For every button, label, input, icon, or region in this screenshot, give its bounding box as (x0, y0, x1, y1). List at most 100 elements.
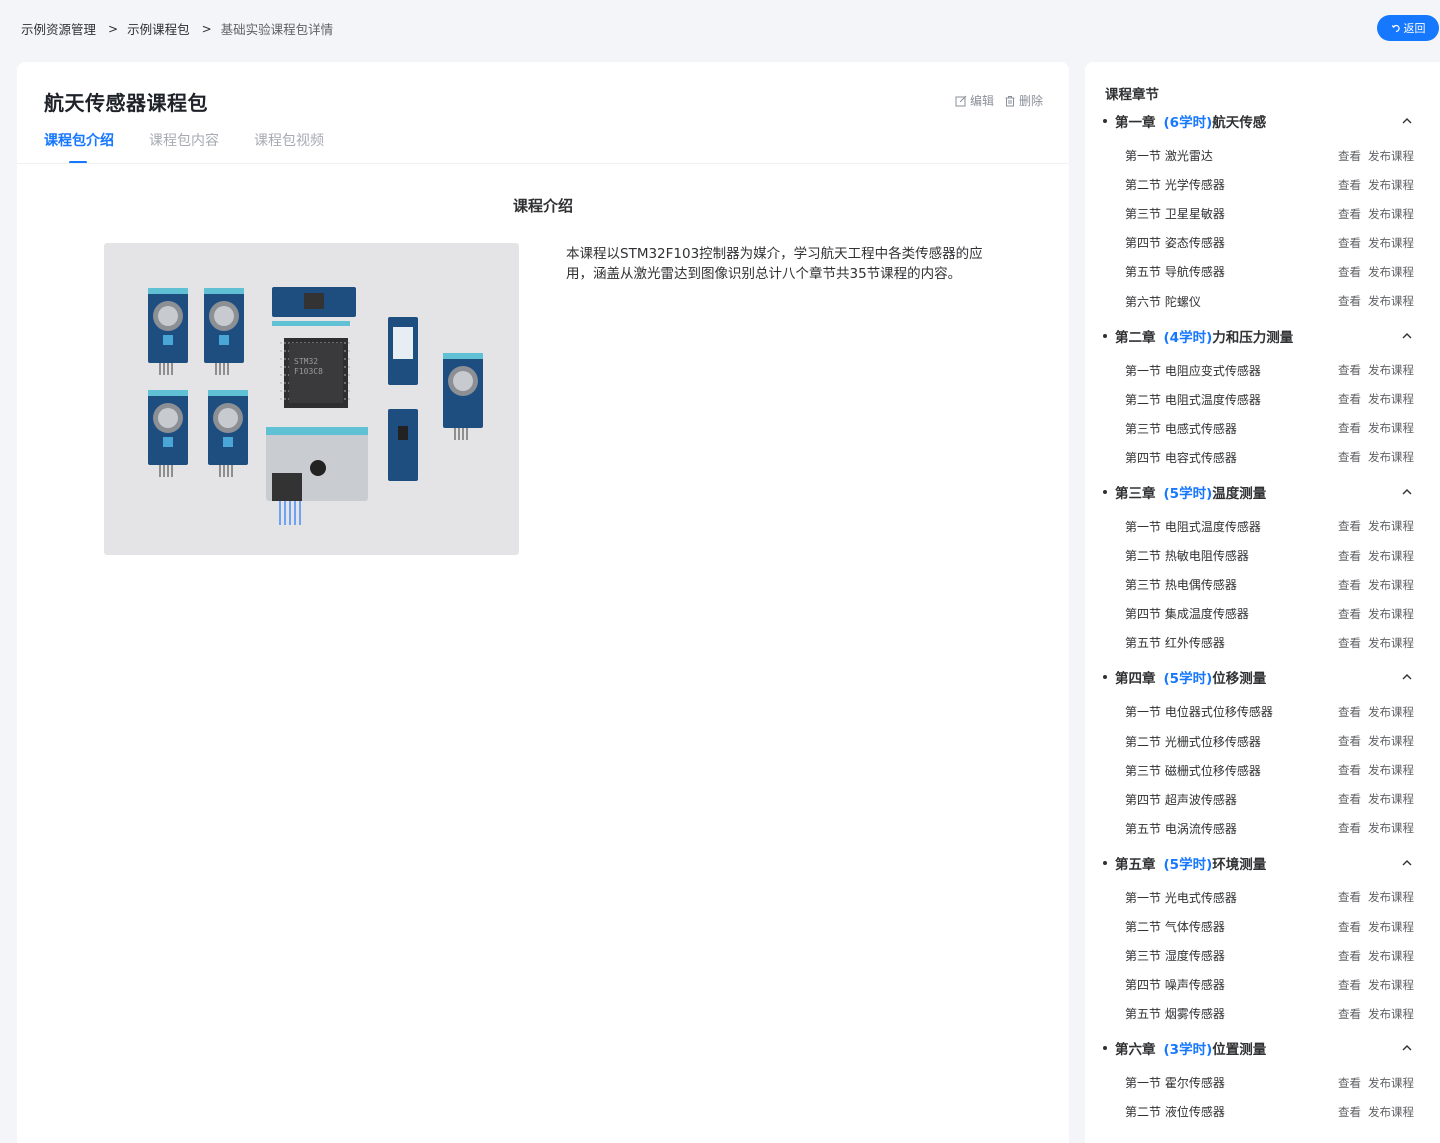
publish-course-link[interactable]: 发布课程 (1368, 362, 1414, 378)
section-label: 第五节 红外传感器 (1125, 634, 1225, 651)
view-link[interactable]: 查看 (1338, 518, 1361, 534)
publish-course-link[interactable]: 发布课程 (1368, 518, 1414, 534)
publish-course-link[interactable]: 发布课程 (1368, 704, 1414, 720)
publish-course-link[interactable]: 发布课程 (1368, 635, 1414, 651)
publish-course-link[interactable]: 发布课程 (1368, 548, 1414, 564)
section-name: 热敏电阻传感器 (1164, 549, 1249, 564)
view-link[interactable]: 查看 (1338, 362, 1361, 378)
view-link[interactable]: 查看 (1338, 1075, 1361, 1091)
delete-button[interactable]: 删除 (1004, 92, 1043, 109)
view-link[interactable]: 查看 (1338, 148, 1361, 164)
chapter-number: 第五章 (1115, 856, 1156, 873)
publish-course-link[interactable]: 发布课程 (1368, 820, 1414, 836)
view-link[interactable]: 查看 (1338, 177, 1361, 193)
chapter-header[interactable]: 第一章 (6学时) 航天传感 (1085, 106, 1440, 136)
view-link[interactable]: 查看 (1338, 820, 1361, 836)
section-name: 液位传感器 (1164, 1105, 1225, 1120)
view-link[interactable]: 查看 (1338, 1104, 1361, 1120)
chapter-hours: (5学时) (1163, 671, 1213, 688)
publish-course-link[interactable]: 发布课程 (1368, 762, 1414, 778)
publish-course-link[interactable]: 发布课程 (1368, 177, 1414, 193)
section-list: 第一节 电阻式温度传感器 查看 发布课程 第二节 热敏电阻传感器 查看 发布课程 第三节 热… (1085, 507, 1440, 662)
section-name: 红外传感器 (1164, 636, 1225, 651)
publish-course-link[interactable]: 发布课程 (1368, 449, 1414, 465)
view-link[interactable]: 查看 (1338, 264, 1361, 280)
tab-package-video[interactable]: 课程包视频 (254, 130, 324, 164)
small-board (272, 287, 356, 326)
publish-course-link[interactable]: 发布课程 (1368, 1006, 1414, 1022)
view-link[interactable]: 查看 (1338, 391, 1361, 407)
view-link[interactable]: 查看 (1338, 606, 1361, 622)
section-number: 第二节 (1125, 734, 1162, 749)
chevron-up-icon[interactable] (1401, 1042, 1413, 1054)
view-link[interactable]: 查看 (1338, 733, 1361, 749)
view-link[interactable]: 查看 (1338, 449, 1361, 465)
publish-course-link[interactable]: 发布课程 (1368, 420, 1414, 436)
view-link[interactable]: 查看 (1338, 889, 1361, 905)
section-row: 第三节 磁栅式位移传感器 查看 发布课程 (1085, 756, 1440, 785)
view-link[interactable]: 查看 (1338, 704, 1361, 720)
view-link[interactable]: 查看 (1338, 762, 1361, 778)
chapter-header[interactable]: 第四章 (5学时) 位移测量 (1085, 662, 1440, 692)
section-row: 第一节 电阻式温度传感器 查看 发布课程 (1085, 512, 1440, 541)
publish-course-link[interactable]: 发布课程 (1368, 577, 1414, 593)
humidity-sensor (388, 317, 418, 385)
breadcrumb-item-course-package[interactable]: 示例课程包 (127, 19, 190, 38)
publish-course-link[interactable]: 发布课程 (1368, 235, 1414, 251)
view-link[interactable]: 查看 (1338, 206, 1361, 222)
publish-course-link[interactable]: 发布课程 (1368, 977, 1414, 993)
package-detail-card: 航天传感器课程包 编辑 删除 课程包介绍 课程包内容 课程包视频 课程介绍 ST… (17, 62, 1069, 1143)
view-link[interactable]: 查看 (1338, 235, 1361, 251)
section-row: 第二节 热敏电阻传感器 查看 发布课程 (1085, 541, 1440, 570)
view-link[interactable]: 查看 (1338, 948, 1361, 964)
intro-heading: 课程介绍 (512, 197, 573, 215)
publish-course-link[interactable]: 发布课程 (1368, 1104, 1414, 1120)
section-label: 第一节 电位器式位移传感器 (1125, 703, 1273, 720)
view-link[interactable]: 查看 (1338, 919, 1361, 935)
chevron-up-icon[interactable] (1401, 330, 1413, 342)
section-name: 光学传感器 (1164, 178, 1225, 193)
chevron-up-icon[interactable] (1401, 857, 1413, 869)
chapter-name: 航天传感 (1212, 115, 1267, 131)
publish-course-link[interactable]: 发布课程 (1368, 889, 1414, 905)
chapter-header[interactable]: 第三章 (5学时) 温度测量 (1085, 477, 1440, 507)
section-number: 第五节 (1125, 636, 1162, 651)
package-actions: 编辑 删除 (955, 92, 1043, 109)
view-link[interactable]: 查看 (1338, 420, 1361, 436)
view-link[interactable]: 查看 (1338, 293, 1361, 309)
publish-course-link[interactable]: 发布课程 (1368, 606, 1414, 622)
publish-course-link[interactable]: 发布课程 (1368, 733, 1414, 749)
view-link[interactable]: 查看 (1338, 577, 1361, 593)
section-label: 第一节 电阻式温度传感器 (1125, 518, 1261, 535)
tab-package-content[interactable]: 课程包内容 (149, 130, 219, 164)
chapter-header[interactable]: 第六章 (3学时) 位置测量 (1085, 1033, 1440, 1063)
section-row: 第四节 超声波传感器 查看 发布课程 (1085, 785, 1440, 814)
chapter-name: 温度测量 (1212, 485, 1267, 502)
publish-course-link[interactable]: 发布课程 (1368, 791, 1414, 807)
chapter-header[interactable]: 第二章 (4学时) 力和压力测量 (1085, 321, 1440, 351)
section-name: 光电式传感器 (1164, 890, 1237, 905)
back-button[interactable]: 返回 (1377, 15, 1439, 41)
view-link[interactable]: 查看 (1338, 791, 1361, 807)
publish-course-link[interactable]: 发布课程 (1368, 293, 1414, 309)
bullet-icon (1103, 119, 1107, 123)
breadcrumb-item-resource-management[interactable]: 示例资源管理 (21, 19, 96, 38)
view-link[interactable]: 查看 (1338, 977, 1361, 993)
view-link[interactable]: 查看 (1338, 548, 1361, 564)
chevron-up-icon[interactable] (1401, 115, 1413, 127)
publish-course-link[interactable]: 发布课程 (1368, 919, 1414, 935)
tab-package-intro[interactable]: 课程包介绍 (44, 130, 114, 164)
chevron-up-icon[interactable] (1401, 671, 1413, 683)
publish-course-link[interactable]: 发布课程 (1368, 948, 1414, 964)
chapter-header[interactable]: 第五章 (5学时) 环境测量 (1085, 848, 1440, 878)
edit-button[interactable]: 编辑 (955, 92, 994, 109)
publish-course-link[interactable]: 发布课程 (1368, 391, 1414, 407)
view-link[interactable]: 查看 (1338, 1006, 1361, 1022)
publish-course-link[interactable]: 发布课程 (1368, 1075, 1414, 1091)
publish-course-link[interactable]: 发布课程 (1368, 206, 1414, 222)
publish-course-link[interactable]: 发布课程 (1368, 148, 1414, 164)
chevron-up-icon[interactable] (1401, 486, 1413, 498)
publish-course-link[interactable]: 发布课程 (1368, 264, 1414, 280)
section-number: 第二节 (1125, 178, 1162, 193)
view-link[interactable]: 查看 (1338, 635, 1361, 651)
